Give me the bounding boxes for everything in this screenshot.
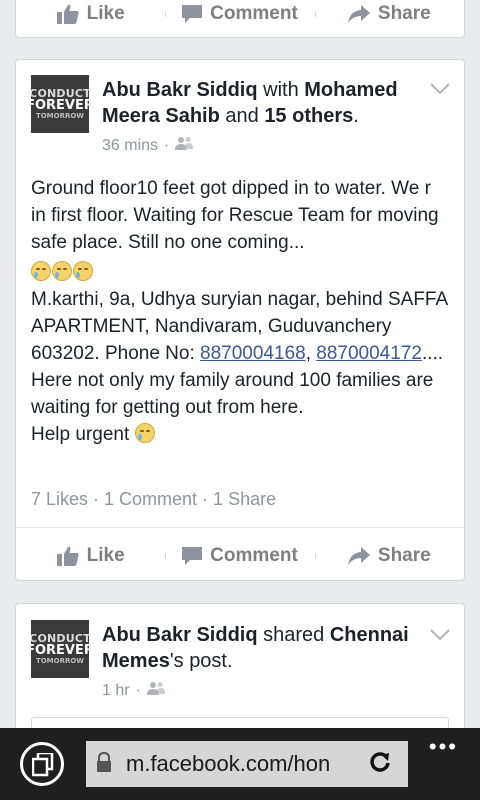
friends-icon — [146, 681, 165, 700]
like-button[interactable]: Like — [16, 3, 165, 25]
like-button[interactable]: Like — [16, 545, 165, 567]
phone-separator: , — [305, 343, 317, 364]
like-label: Like — [86, 545, 125, 566]
post-time[interactable]: 1 hr — [102, 682, 130, 700]
post-text-1: Ground floor10 feet got dipped in to wat… — [31, 178, 439, 253]
comment-button[interactable]: Comment — [165, 3, 314, 25]
possessive-text: 's post. — [169, 650, 233, 672]
shared-post-card: CONDUCT FOREVER TOMORROW Abu Bakr Siddiq… — [15, 603, 465, 759]
friends-icon — [175, 136, 194, 155]
post-stats[interactable]: 7 Likes · 1 Comment · 1 Share — [31, 489, 276, 510]
profile-avatar[interactable]: CONDUCT FOREVER TOMORROW — [31, 75, 89, 133]
others-link[interactable]: 15 others — [264, 105, 353, 127]
phone-link-1[interactable]: 8870004168 — [200, 343, 306, 364]
author-name[interactable]: Abu Bakr Siddiq — [102, 624, 258, 646]
previous-post-actions: Like Comment Share — [16, 0, 464, 37]
help-text: Help urgent — [31, 424, 130, 445]
thumbs-up-icon — [56, 4, 79, 24]
tabs-icon — [31, 751, 54, 782]
tabs-button[interactable] — [20, 742, 64, 786]
post-header: Abu Bakr Siddiq shared Chennai Memes's p… — [102, 622, 416, 674]
post-header: Abu Bakr Siddiq with Mohamed Meera Sahib… — [102, 77, 416, 129]
post-meta: 36 mins · — [102, 136, 194, 155]
crying-emoji-icon — [31, 261, 51, 281]
thumbs-up-icon — [56, 546, 79, 566]
crying-emoji-icon — [73, 261, 93, 281]
lock-icon — [96, 751, 112, 777]
share-icon — [347, 547, 370, 565]
share-button[interactable]: Share — [314, 3, 464, 25]
header-end: . — [353, 105, 359, 127]
comment-button[interactable]: Comment — [165, 545, 314, 567]
divider — [16, 527, 464, 528]
post-text-2: M.karthi, 9a, Udhya suryian nagar, behin… — [31, 286, 450, 421]
comment-label: Comment — [210, 3, 298, 24]
browser-bottom-bar: m.facebook.com/hon ••• — [0, 728, 480, 800]
share-label: Share — [377, 545, 431, 566]
more-options-button[interactable]: ••• — [429, 734, 458, 760]
avatar-line-2: FOREVER — [31, 98, 89, 114]
phone-link-2[interactable]: 8870004172 — [316, 343, 422, 364]
emoji-row — [31, 256, 450, 286]
avatar-line-2: FOREVER — [31, 643, 89, 659]
post-meta: 1 hr · — [102, 681, 165, 700]
post-actions: Like Comment Share — [16, 531, 464, 581]
profile-avatar[interactable]: CONDUCT FOREVER TOMORROW — [31, 620, 89, 678]
comment-label: Comment — [210, 545, 298, 566]
with-text: with — [257, 79, 305, 101]
avatar-line-3: TOMORROW — [35, 111, 85, 120]
post-card: CONDUCT FOREVER TOMORROW Abu Bakr Siddiq… — [15, 59, 465, 581]
share-label: Share — [377, 3, 431, 24]
shared-text: shared — [257, 624, 330, 646]
meta-dot: · — [135, 681, 141, 699]
crying-emoji-icon — [52, 261, 72, 281]
previous-post-card: Like Comment Share — [15, 0, 465, 38]
avatar-line-3: TOMORROW — [35, 656, 85, 665]
chevron-down-icon[interactable] — [430, 82, 450, 100]
refresh-icon[interactable] — [368, 750, 392, 779]
and-text: and — [219, 105, 265, 127]
comment-icon — [182, 547, 203, 565]
comment-icon — [182, 5, 203, 23]
crying-emoji-icon — [134, 423, 155, 443]
like-label: Like — [86, 3, 125, 24]
url-text: m.facebook.com/hon — [126, 751, 331, 776]
author-name[interactable]: Abu Bakr Siddiq — [102, 79, 258, 101]
address-bar[interactable]: m.facebook.com/hon — [86, 741, 408, 787]
post-time[interactable]: 36 mins — [102, 137, 158, 155]
share-button[interactable]: Share — [314, 545, 464, 567]
meta-dot: · — [164, 136, 170, 154]
chevron-down-icon[interactable] — [430, 628, 450, 646]
post-text-4: Help urgent — [31, 421, 450, 448]
share-icon — [347, 5, 370, 23]
post-body: Ground floor10 feet got dipped in to wat… — [31, 175, 450, 448]
